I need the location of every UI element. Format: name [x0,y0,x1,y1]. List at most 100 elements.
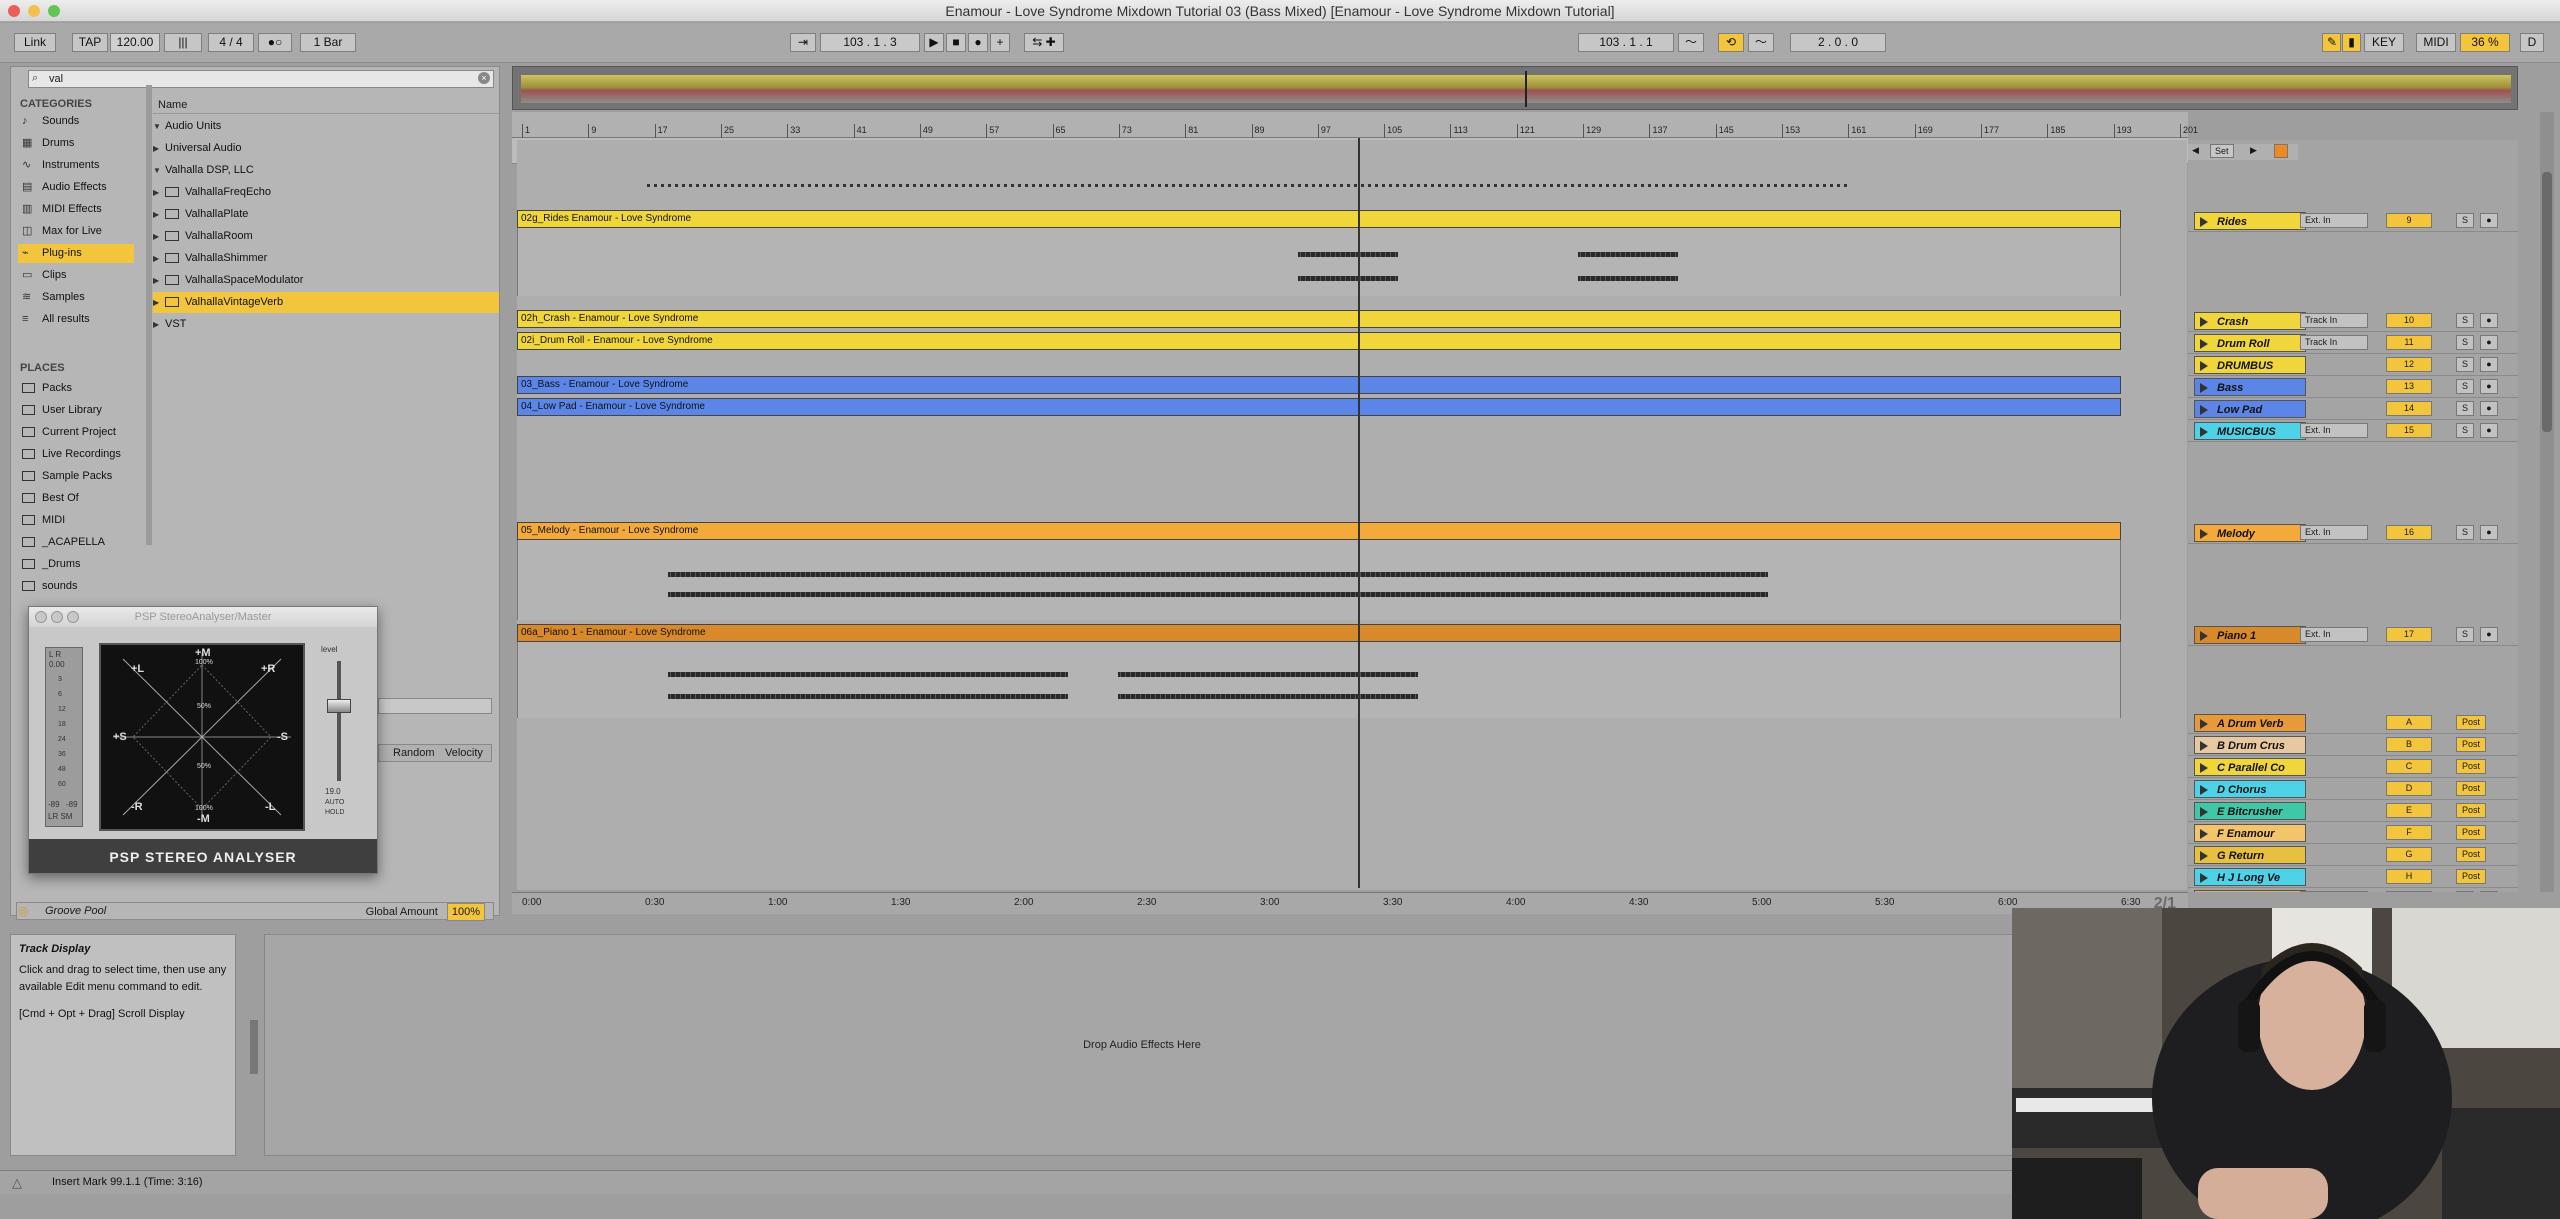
tap-tempo-button[interactable]: TAP [72,33,108,52]
place-acapella[interactable]: _ACAPELLA [18,532,134,553]
arrangement-overview[interactable] [512,66,2518,110]
disclosure-closed-icon[interactable]: ▶ [153,314,165,335]
place-live-recordings[interactable]: Live Recordings [18,444,134,465]
track-activator-button[interactable]: C [2386,759,2432,774]
browser-item-audio-units[interactable]: ▼ Audio Units [153,116,499,137]
set-button[interactable]: Set [2210,144,2234,158]
category-all-results[interactable]: ≡ All results [18,310,134,329]
device-drop-zone[interactable]: Drop Audio Effects Here [264,934,2020,1156]
disclosure-closed-icon[interactable]: ▶ [153,138,165,159]
arm-record-icon[interactable]: ● [2480,525,2498,540]
place-sounds[interactable]: sounds [18,576,134,597]
browser-divider[interactable] [146,85,152,545]
track-name-header[interactable]: F Enamour [2194,824,2306,842]
solo-button[interactable]: S [2456,357,2474,372]
track-name-header[interactable]: Drum Roll [2194,334,2306,352]
track-name-header[interactable]: DRUMBUS [2194,356,2306,374]
arrangement-tracks[interactable]: 02g_Rides Enamour - Love Syndrome 02h_Cra… [517,140,2187,890]
audio-clip[interactable]: 06a_Piano 1 - Enamour - Love Syndrome [517,624,2121,642]
name-column-header[interactable]: Name [153,96,499,114]
category-drums[interactable]: ▦ Drums [18,134,134,153]
groove-slider[interactable] [378,698,492,714]
track-activator-button[interactable]: 13 [2386,379,2432,394]
automation-arm-icon[interactable]: ⇆ ✚ [1024,33,1064,52]
disclosure-closed-icon[interactable]: ▶ [153,270,165,291]
track-name-header[interactable]: H J Long Ve [2194,868,2306,886]
browser-item-vst[interactable]: ▶ VST [153,314,499,335]
groove-pool-icon[interactable]: ◎ [18,904,32,918]
track-fold-icon[interactable] [2200,807,2208,817]
audio-clip[interactable]: 02g_Rides Enamour - Love Syndrome [517,210,2121,228]
pre-post-button[interactable]: Post [2456,737,2486,752]
track-activator-button[interactable]: 15 [2386,423,2432,438]
track-fold-icon[interactable] [2200,719,2208,729]
solo-button[interactable]: S [2456,525,2474,540]
disclosure-closed-icon[interactable]: ▶ [153,204,165,225]
browser-item-valhallavintageverb[interactable]: ▶ ValhallaVintageVerb [153,292,499,313]
category-max-for-live[interactable]: ◫ Max for Live [18,222,134,241]
browser-item-valhalla-dsp-llc[interactable]: ▼ Valhalla DSP, LLC [153,160,499,181]
input-type-select[interactable]: Ext. In [2300,627,2368,642]
arm-record-icon[interactable]: ● [2480,401,2498,416]
track-activator-button[interactable]: 9 [2386,213,2432,228]
scrollbar-thumb[interactable] [2542,172,2552,432]
pre-post-button[interactable]: Post [2456,825,2486,840]
track-activator-button[interactable]: B [2386,737,2432,752]
place-packs[interactable]: Packs [18,378,134,399]
plugin-window[interactable]: PSP StereoAnalyser/Master L R 0.00 3 6 12 1… [28,606,378,874]
mixer-track-h-j-long-ve[interactable]: H J Long Ve H Post [2188,866,2518,888]
pre-post-button[interactable]: Post [2456,781,2486,796]
tempo-nudge-icon[interactable]: ||| [164,33,202,52]
category-sounds[interactable]: ♪ Sounds [18,112,134,131]
mixer-track-crash[interactable]: Crash Track In 10 S ● [2188,310,2518,332]
track-fold-icon[interactable] [2200,829,2208,839]
place-sample-packs[interactable]: Sample Packs [18,466,134,487]
device-panel-handle[interactable] [250,1020,258,1074]
place-drums[interactable]: _Drums [18,554,134,575]
place-current-project[interactable]: Current Project [18,422,134,443]
punch-out-icon[interactable]: 〜 [1748,33,1774,52]
time-signature-field[interactable]: 4 / 4 [208,33,254,52]
browser-item-universal-audio[interactable]: ▶ Universal Audio [153,138,499,159]
track-fold-icon[interactable] [2200,339,2208,349]
tempo-field[interactable]: 120.00 [110,33,160,52]
mixer-track-d-chorus[interactable]: D Chorus D Post [2188,778,2518,800]
lr-sm-switch[interactable]: LR SM [48,812,72,821]
place-user-library[interactable]: User Library [18,400,134,421]
song-position-field[interactable]: 103 . 1 . 3 [820,33,920,52]
mixer-track-f-enamour[interactable]: F Enamour F Post [2188,822,2518,844]
arm-record-icon[interactable]: ● [2480,423,2498,438]
arrow-left-icon[interactable]: ◀ [2192,145,2199,156]
solo-button[interactable]: S [2456,335,2474,350]
mixer-track-rides[interactable]: Rides Ext. In 9 S ● [2188,210,2518,232]
browser-item-valhallaplate[interactable]: ▶ ValhallaPlate [153,204,499,225]
mixer-track-drumbus[interactable]: DRUMBUS 12 S ● [2188,354,2518,376]
solo-button[interactable]: S [2456,423,2474,438]
solo-button[interactable]: S [2456,313,2474,328]
disclosure-closed-icon[interactable]: ▶ [153,226,165,247]
plugin-zoom-icon[interactable] [67,611,79,623]
track-activator-button[interactable]: 11 [2386,335,2432,350]
groove-pool-bar[interactable]: Groove Pool Global Amount 100% [16,902,494,921]
input-type-select[interactable]: Ext. In [2300,525,2368,540]
track-activator-button[interactable]: 12 [2386,357,2432,372]
time-ruler[interactable]: 2/1 0:00 0:30 1:00 1:30 2:00 2:30 3:00 3:30 4:00… [512,892,2188,914]
global-amount-value[interactable]: 100% [446,903,485,921]
track-fold-icon[interactable] [2200,763,2208,773]
track-activator-button[interactable]: 16 [2386,525,2432,540]
track-name-header[interactable]: E Bitcrusher [2194,802,2306,820]
track-name-header[interactable]: D Chorus [2194,780,2306,798]
play-icon[interactable]: ▶ [924,33,944,52]
audio-clip[interactable]: 02i_Drum Roll - Enamour - Love Syndrome [517,332,2121,350]
track-activator-button[interactable]: 14 [2386,401,2432,416]
lock-icon[interactable] [2274,144,2288,158]
category-audio-effects[interactable]: ▤ Audio Effects [18,178,134,197]
link-button[interactable]: Link [14,33,56,52]
track-name-header[interactable]: Crash [2194,312,2306,330]
track-activator-button[interactable]: A [2386,715,2432,730]
place-best-of[interactable]: Best Of [18,488,134,509]
arrow-right-icon[interactable]: ▶ [2250,145,2257,156]
track-name-header[interactable]: G Return [2194,846,2306,864]
close-window-icon[interactable] [8,5,20,17]
mixer-track-musicbus[interactable]: MUSICBUS Ext. In 15 S ● [2188,420,2518,442]
